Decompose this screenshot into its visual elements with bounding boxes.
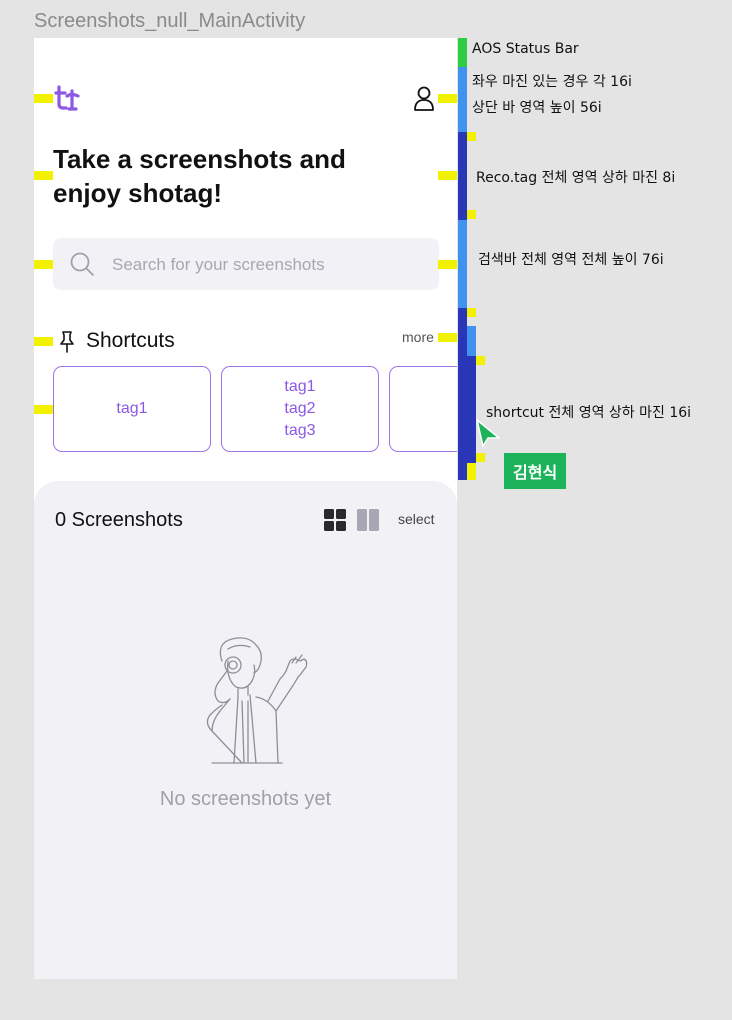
empty-state-text: No screenshots yet [159, 788, 332, 810]
spec-marker [34, 171, 53, 180]
spec-marker [34, 337, 53, 346]
frame-title: Screenshots_null_MainActivity [34, 10, 306, 32]
spec-marker [34, 94, 53, 103]
person-with-magnifier-illustration [172, 631, 332, 776]
spec-marker [438, 260, 457, 269]
spec-marker [476, 356, 485, 365]
author-tag: 김현식 [504, 453, 567, 489]
margin-note: 좌우 마진 있는 경우 각 16i [472, 74, 632, 90]
shotag-logo-icon [54, 85, 80, 118]
spec-marker [438, 94, 457, 103]
reco-tag-spec-bar [458, 132, 467, 220]
shortcut-tag: tag2 [284, 400, 316, 417]
shortcut-tag: tag3 [284, 422, 316, 439]
search-spec-bar [458, 220, 467, 308]
list-view-icon[interactable] [357, 509, 379, 536]
cursor-icon [475, 418, 501, 453]
screenshots-count: 0 Screenshots [55, 509, 183, 531]
status-bar-note: AOS Status Bar [472, 41, 579, 57]
spec-marker [438, 171, 457, 180]
pin-icon [59, 331, 75, 358]
page-headline: Take a screenshots and enjoy shotag! [53, 142, 346, 210]
spec-marker [467, 132, 476, 141]
spec-marker [467, 210, 476, 219]
headline-line-2: enjoy shotag! [53, 178, 223, 208]
user-icon[interactable] [413, 86, 435, 117]
top-bar-height-note: 상단 바 영역 높이 56i [472, 100, 602, 116]
spec-marker [438, 333, 457, 342]
search-input[interactable]: Search for your screenshots [112, 255, 325, 275]
shortcut-tag: tag1 [116, 400, 148, 417]
shortcut-spec-bar [458, 308, 467, 480]
spec-marker [34, 405, 53, 414]
shortcut-header-spec-bar [467, 326, 476, 356]
spec-marker [467, 463, 476, 480]
main-activity-screen: Take a screenshots and enjoy shotag! Sea… [34, 38, 457, 979]
spec-marker [34, 260, 53, 269]
shortcuts-more-link[interactable]: more [402, 329, 434, 345]
grid-view-icon[interactable] [324, 509, 346, 536]
headline-line-1: Take a screenshots and [53, 144, 346, 174]
shortcut-card-2[interactable]: tag1 tag2 tag3 [221, 366, 379, 452]
spec-marker [476, 453, 485, 462]
screenshots-panel: 0 Screenshots select No screenshots yet [34, 481, 457, 979]
shortcut-tag: tag1 [284, 378, 316, 395]
status-bar-spec-bar [458, 38, 467, 67]
top-bar-spec-bar [458, 67, 467, 132]
search-bar[interactable]: Search for your screenshots [53, 238, 439, 290]
shortcut-card-1[interactable]: tag1 [53, 366, 211, 452]
search-height-note: 검색바 전체 영역 전체 높이 76i [478, 252, 664, 268]
spec-marker [467, 308, 476, 317]
shortcut-margin-note: shortcut 전체 영역 상하 마진 16i [486, 405, 692, 421]
select-button[interactable]: select [398, 511, 435, 527]
shortcuts-title: Shortcuts [86, 329, 175, 352]
search-icon [69, 251, 95, 282]
reco-tag-note: Reco.tag 전체 영역 상하 마진 8i [476, 170, 676, 186]
shortcut-card-3[interactable]: t t [389, 366, 457, 452]
